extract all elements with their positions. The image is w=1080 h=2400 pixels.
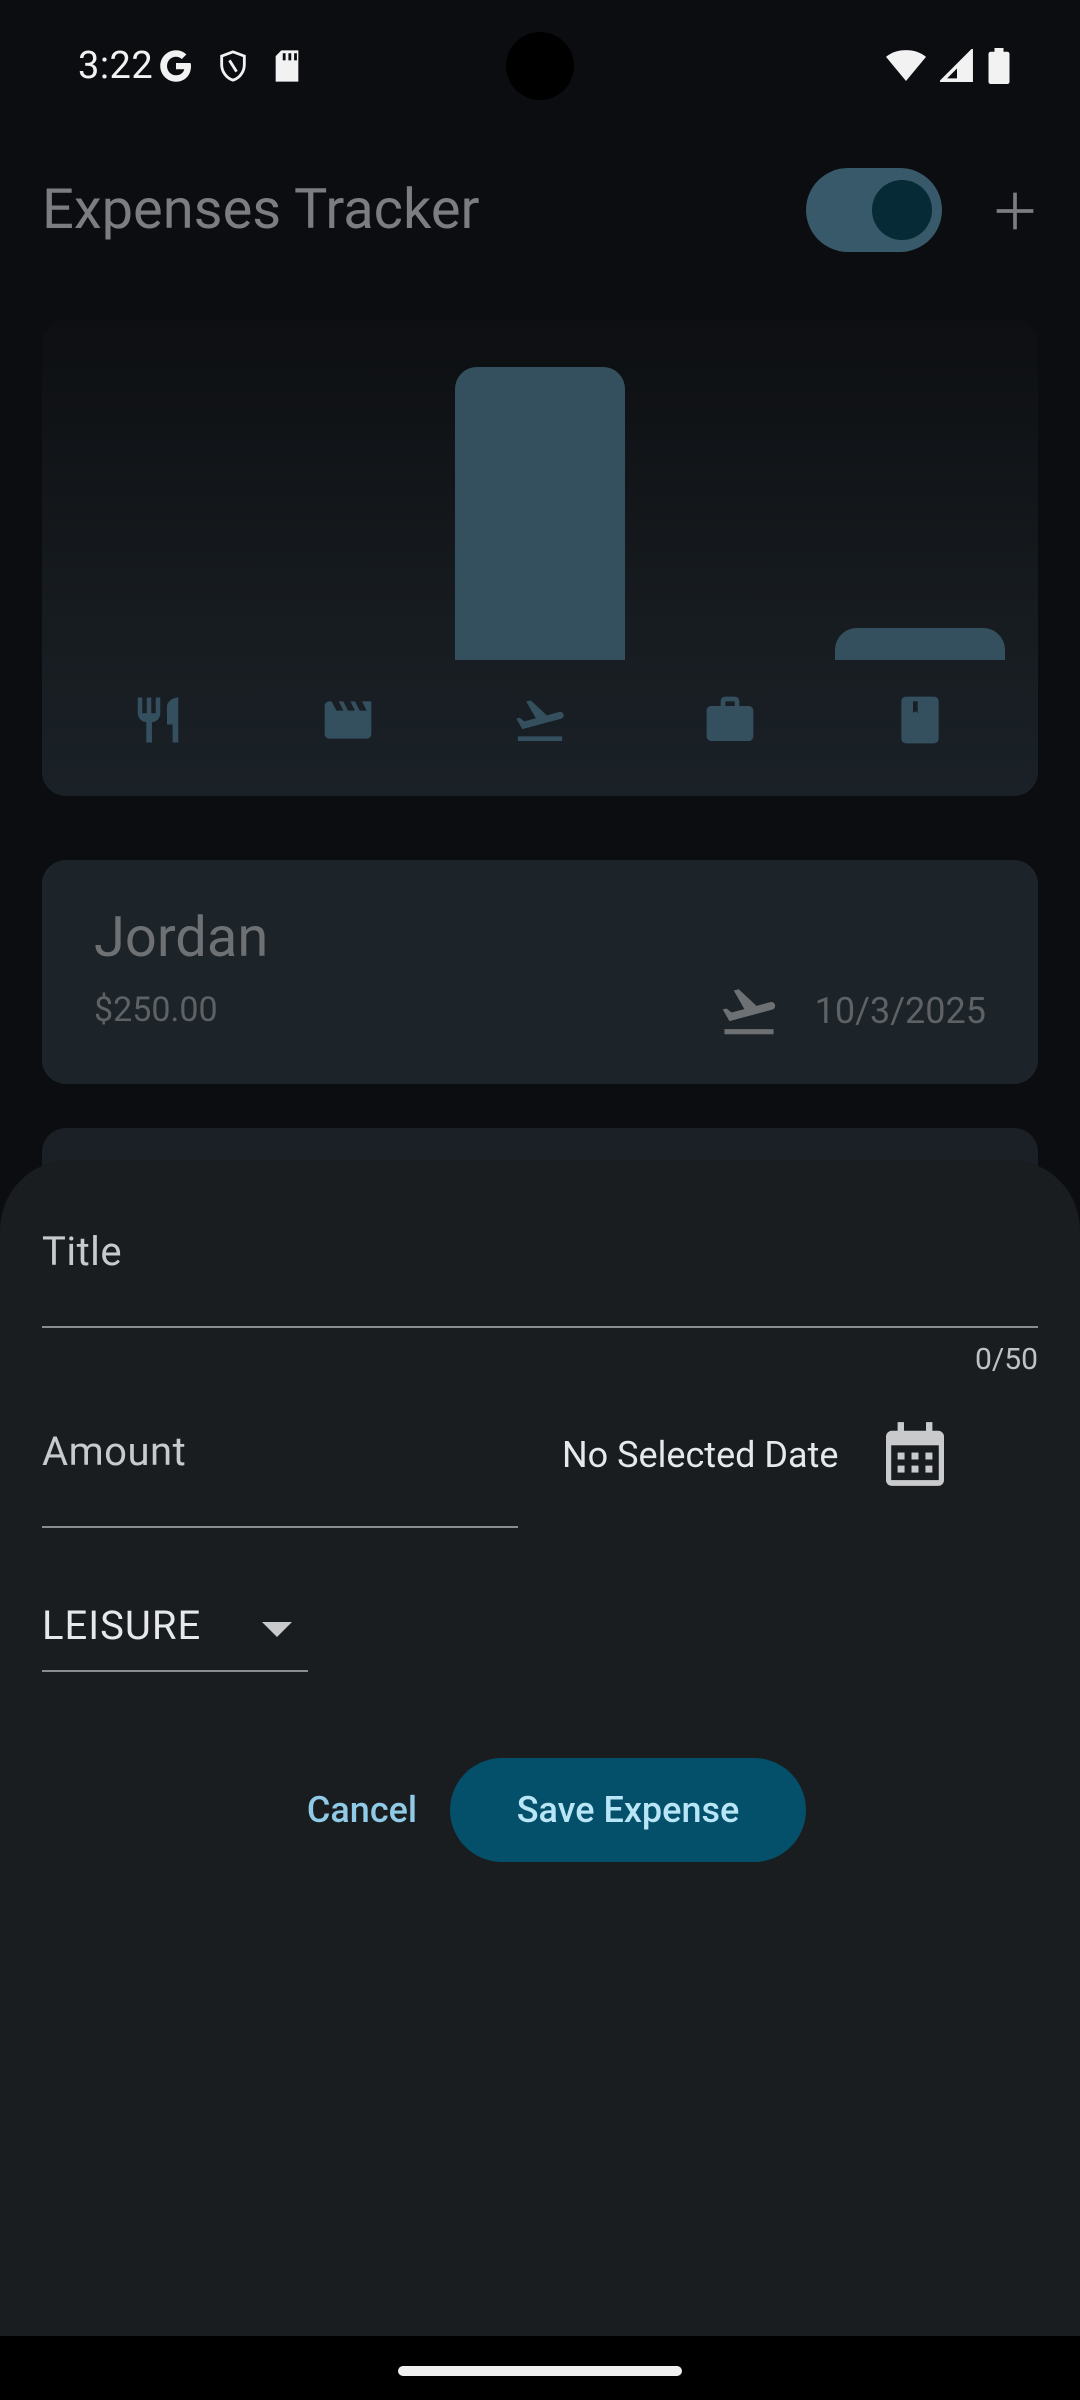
category-dropdown[interactable]: LEISURE — [42, 1596, 308, 1672]
battery-icon — [988, 48, 1010, 88]
sd-card-icon — [272, 49, 302, 87]
theme-toggle[interactable] — [806, 168, 942, 252]
toggle-knob — [872, 180, 932, 240]
status-icons-left — [158, 48, 302, 88]
chart-bar-travel — [455, 367, 625, 660]
title-field[interactable]: Title — [42, 1228, 122, 1275]
app-title: Expenses Tracker — [42, 176, 480, 242]
google-icon — [158, 48, 194, 88]
status-time: 3:22 — [78, 44, 154, 88]
dropdown-arrow-icon — [262, 1622, 292, 1642]
expense-date: 10/3/2025 — [814, 990, 986, 1032]
title-field-underline — [42, 1326, 1038, 1328]
new-expense-sheet — [0, 1160, 1080, 2336]
cancel-button[interactable]: Cancel — [290, 1758, 434, 1862]
wifi-icon — [886, 49, 926, 87]
book-icon — [890, 690, 950, 750]
movie-icon — [318, 690, 378, 750]
expense-list-item[interactable]: Jordan $250.00 10/3/2025 — [42, 860, 1038, 1084]
work-icon — [700, 690, 760, 750]
restaurant-icon — [128, 690, 188, 750]
chart-bar-books — [835, 628, 1005, 660]
date-picker-button[interactable] — [886, 1422, 944, 1486]
selected-date-text: No Selected Date — [562, 1434, 839, 1476]
status-bar: 3:22 — [0, 0, 1080, 136]
flight-icon — [510, 690, 570, 750]
expense-title: Jordan — [94, 904, 269, 970]
shield-icon — [216, 48, 250, 88]
flight-icon — [718, 980, 780, 1046]
camera-cutout — [506, 32, 574, 100]
category-dropdown-underline — [42, 1670, 308, 1672]
amount-field-underline — [42, 1526, 518, 1528]
calendar-icon — [886, 1422, 944, 1486]
amount-field[interactable]: Amount — [42, 1428, 186, 1475]
home-indicator[interactable] — [398, 2366, 682, 2376]
save-expense-button[interactable]: Save Expense — [450, 1758, 806, 1862]
add-expense-button[interactable] — [990, 176, 1040, 246]
title-char-counter: 0/50 — [975, 1342, 1038, 1377]
category-value: LEISURE — [42, 1602, 202, 1649]
plus-icon — [996, 192, 1034, 230]
status-icons-right — [886, 47, 1010, 88]
signal-icon — [938, 47, 974, 87]
expense-amount: $250.00 — [94, 990, 218, 1030]
